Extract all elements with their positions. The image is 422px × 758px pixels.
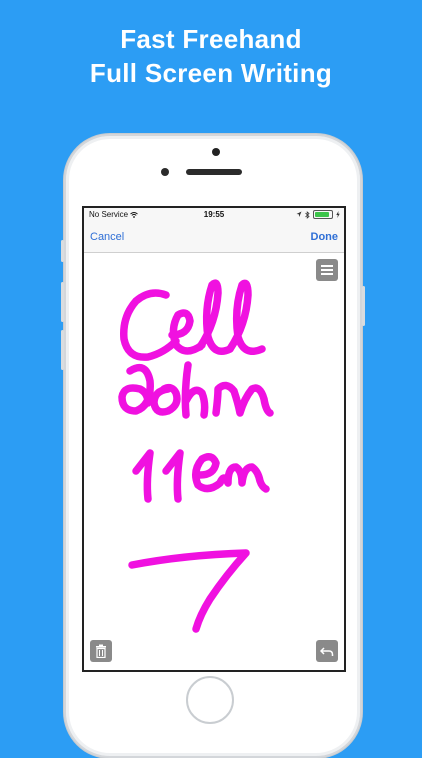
proximity-sensor <box>161 168 169 176</box>
ink-stroke-john-h <box>181 361 209 419</box>
front-camera <box>212 148 220 156</box>
bluetooth-icon <box>305 210 310 219</box>
charging-icon <box>336 211 340 218</box>
phone-frame: No Service 19:55 Cancel Done <box>61 134 365 758</box>
battery-icon <box>313 210 333 219</box>
ink-stroke-john-j <box>118 363 154 415</box>
drawing-canvas[interactable] <box>84 253 344 670</box>
headline-line-2: Full Screen Writing <box>89 58 333 88</box>
ink-stroke-john-n <box>212 381 274 417</box>
phone-screen: No Service 19:55 Cancel Done <box>82 206 346 672</box>
ink-stroke-john-o <box>150 383 181 416</box>
undo-button[interactable] <box>316 640 338 662</box>
ink-stroke-am <box>192 453 270 493</box>
ink-stroke-cell <box>120 289 180 361</box>
volume-up-button <box>61 282 64 322</box>
headline: Fast Freehand Full Screen Writing <box>0 22 422 90</box>
mute-switch <box>61 240 64 262</box>
undo-icon <box>320 647 334 656</box>
ink-stroke-cell-l1 <box>196 279 234 355</box>
earpiece-speaker <box>186 169 242 175</box>
trash-button[interactable] <box>90 640 112 662</box>
navigation-bar: Cancel Done <box>84 222 344 253</box>
location-icon <box>296 211 302 217</box>
ink-stroke-11-second <box>162 449 184 503</box>
ink-stroke-cell-l2 <box>226 279 266 355</box>
handwriting-ink <box>118 279 274 633</box>
volume-down-button <box>61 330 64 370</box>
trash-icon <box>96 644 106 658</box>
power-button <box>362 286 365 326</box>
status-right-icons <box>296 210 340 219</box>
headline-line-1: Fast Freehand <box>120 24 302 54</box>
status-bar: No Service 19:55 <box>84 208 344 222</box>
menu-icon <box>321 265 333 275</box>
ink-stroke-11-first <box>132 449 154 503</box>
home-button[interactable] <box>186 676 234 724</box>
done-button[interactable]: Done <box>311 231 339 243</box>
ink-stroke-arrow <box>128 549 250 633</box>
cancel-button[interactable]: Cancel <box>90 231 124 243</box>
menu-button[interactable] <box>316 259 338 281</box>
